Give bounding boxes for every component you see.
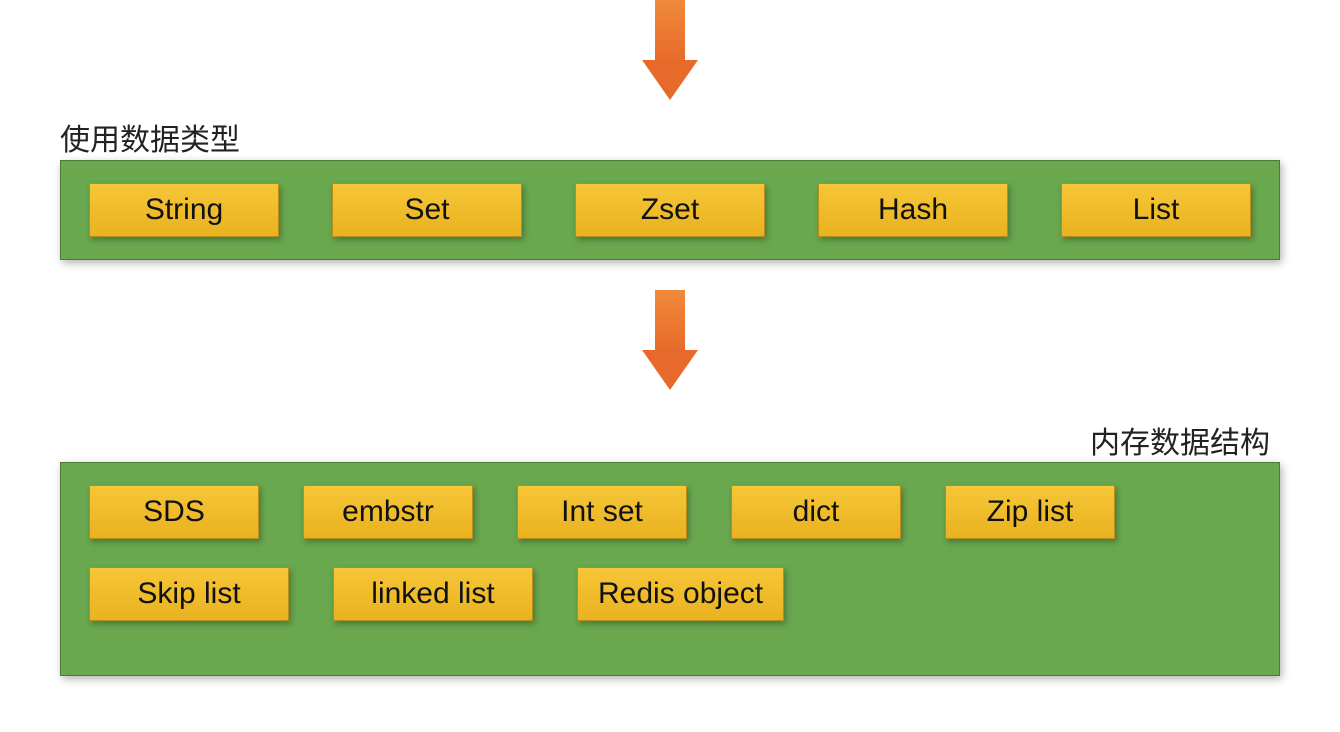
struct-intset: Int set: [517, 485, 687, 539]
type-hash: Hash: [818, 183, 1008, 237]
struct-redisobject: Redis object: [577, 567, 784, 621]
memory-structures-container: SDS embstr Int set dict Zip list Skip li…: [60, 462, 1280, 676]
struct-sds: SDS: [89, 485, 259, 539]
struct-skiplist: Skip list: [89, 567, 289, 621]
arrow-down-icon: [645, 290, 695, 390]
data-types-label: 使用数据类型: [60, 115, 240, 159]
struct-ziplist: Zip list: [945, 485, 1115, 539]
type-list: List: [1061, 183, 1251, 237]
type-string: String: [89, 183, 279, 237]
data-types-container: String Set Zset Hash List: [60, 160, 1280, 260]
type-zset: Zset: [575, 183, 765, 237]
arrow-down-icon: [645, 0, 695, 100]
struct-dict: dict: [731, 485, 901, 539]
struct-embstr: embstr: [303, 485, 473, 539]
memory-structures-label: 内存数据结构: [1090, 418, 1270, 462]
type-set: Set: [332, 183, 522, 237]
struct-linkedlist: linked list: [333, 567, 533, 621]
